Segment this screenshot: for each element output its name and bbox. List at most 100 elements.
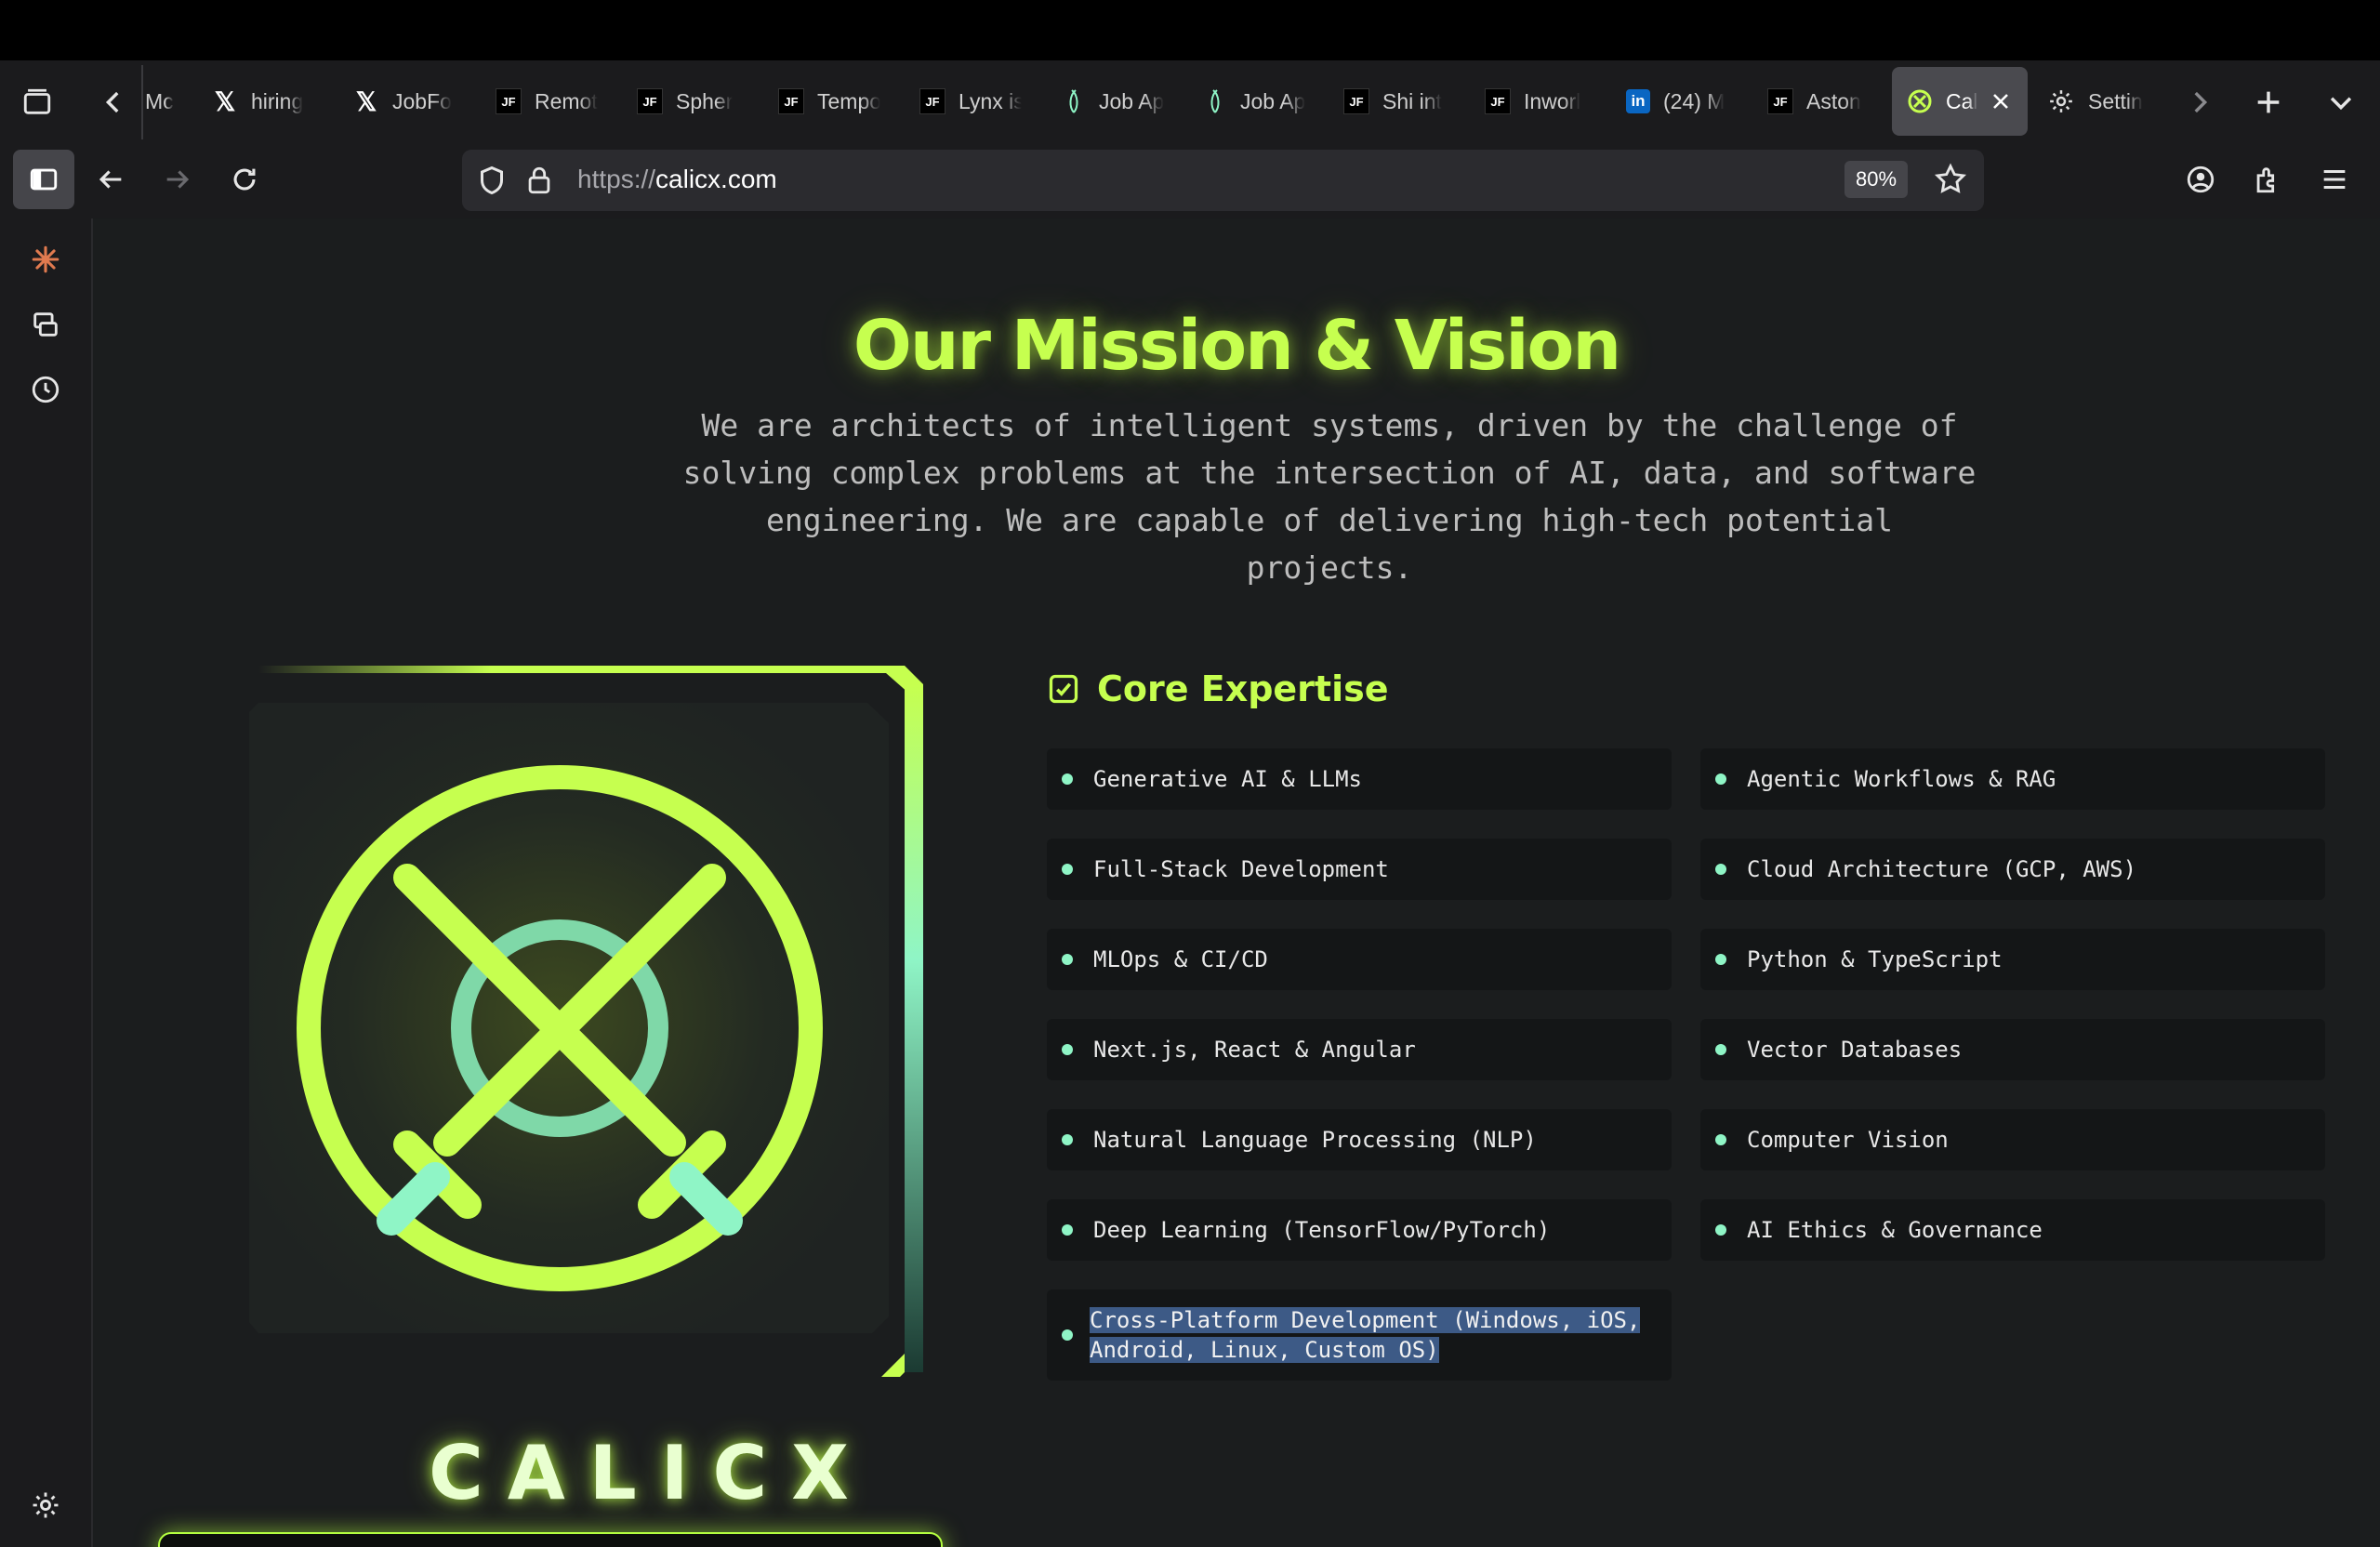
back-button[interactable] [91, 160, 130, 199]
url-host: calicx.com [655, 165, 777, 193]
tab-1[interactable]: Mc [145, 67, 178, 136]
jf-icon: JF [1343, 88, 1369, 114]
tab-title: Shi int [1382, 88, 1442, 113]
bookmark-star-icon[interactable] [1933, 162, 1968, 202]
expertise-label: Deep Learning (TensorFlow/PyTorch) [1093, 1217, 1551, 1243]
x-icon: 𝕏 [214, 86, 236, 116]
scroll-tabs-left-button[interactable] [95, 82, 132, 123]
chevron-left-icon [105, 91, 119, 113]
expertise-item: Python & TypeScript [1700, 929, 2325, 990]
puzzle-icon [2256, 167, 2275, 193]
account-button[interactable] [2181, 160, 2220, 199]
core-expertise-title: Core Expertise [1097, 668, 1389, 709]
bullet-icon [1715, 774, 1726, 785]
tab-11[interactable]: JF Inworl [1485, 67, 1587, 136]
reload-icon [233, 168, 256, 191]
bullet-icon [1715, 954, 1726, 965]
tab-5[interactable]: JF Spher [637, 67, 739, 136]
hamburger-icon [2323, 169, 2346, 190]
job-icon [1062, 88, 1086, 114]
tab-title: Job Ap [1099, 88, 1164, 113]
sidebar-icon [24, 160, 63, 199]
expertise-item: Generative AI & LLMs [1047, 748, 1672, 810]
mission-text: We are architects of intelligent systems… [682, 407, 1977, 586]
tab-active-calicx[interactable]: Cal [1892, 67, 2028, 136]
url-text[interactable]: https://calicx.com [577, 165, 777, 194]
tabs-icon [23, 88, 51, 114]
bullet-icon [1062, 774, 1073, 785]
chevron-right-icon [2194, 91, 2208, 113]
jf-icon: JF [1767, 88, 1793, 114]
bullet-icon [1715, 864, 1726, 875]
extensions-button[interactable] [2248, 160, 2287, 199]
tab-3[interactable]: 𝕏 JobFo [353, 67, 463, 136]
expertise-label: Computer Vision [1747, 1127, 1949, 1153]
checkbox-icon [1047, 672, 1080, 706]
arrow-left-icon [99, 170, 122, 189]
bullet-icon [1715, 1044, 1726, 1055]
zoom-level-badge[interactable]: 80% [1844, 161, 1909, 198]
tab-9[interactable]: Job Ap [1203, 67, 1305, 136]
expertise-item: Next.js, React & Angular [1047, 1019, 1672, 1080]
gear-icon [2047, 87, 2075, 115]
reload-button[interactable] [225, 160, 264, 199]
tab-title: Spher [676, 88, 734, 113]
list-all-tabs-button[interactable] [2320, 82, 2361, 123]
expertise-label: AI Ethics & Governance [1747, 1217, 2043, 1243]
chevron-down-icon [2330, 97, 2352, 111]
shield-icon[interactable] [475, 163, 509, 203]
expertise-item: Cloud Architecture (GCP, AWS) [1700, 839, 2325, 900]
expertise-label-line2: Android, Linux, Custom OS) [1090, 1337, 1439, 1363]
tab-title: Cal [1946, 88, 1977, 113]
expertise-label: Natural Language Processing (NLP) [1093, 1127, 1537, 1153]
logo-glow-bar [158, 1532, 943, 1547]
tab-title: Aston [1806, 88, 1861, 113]
url-bar[interactable]: https://calicx.com 80% [462, 150, 1984, 211]
expertise-item: Full-Stack Development [1047, 839, 1672, 900]
new-tab-button[interactable] [2248, 82, 2289, 123]
tab-overview-button[interactable] [17, 82, 58, 123]
sidebar-settings-icon[interactable] [26, 1486, 65, 1525]
expertise-label: Full-Stack Development [1093, 856, 1389, 882]
tab-7[interactable]: JF Lynx is [919, 67, 1022, 136]
tab-8[interactable]: Job Ap [1062, 67, 1164, 136]
bullet-icon [1062, 864, 1073, 875]
job-icon [1203, 88, 1227, 114]
expertise-label: Generative AI & LLMs [1093, 766, 1362, 792]
web-page: Our Mission & Vision We are architects o… [93, 219, 2380, 1547]
tab-10[interactable]: JF Shi int [1343, 67, 1446, 136]
expertise-label: MLOps & CI/CD [1093, 946, 1268, 972]
calicx-icon [1907, 88, 1933, 114]
lock-icon[interactable] [523, 163, 555, 203]
tab-15[interactable]: Settin [2047, 67, 2159, 136]
tab-6[interactable]: JF Tempo [778, 67, 880, 136]
selected-text[interactable]: Cross-Platform Development (Windows, iOS… [1090, 1305, 1641, 1365]
scroll-tabs-right-button[interactable] [2181, 82, 2218, 123]
system-top-bar [0, 0, 2380, 60]
synced-tabs-icon[interactable] [26, 305, 65, 344]
tab-title: JobFo [392, 88, 452, 113]
tab-4[interactable]: JF Remot [496, 67, 598, 136]
jf-icon: JF [778, 88, 804, 114]
tab-2[interactable]: 𝕏 hiring [212, 67, 333, 136]
expertise-item: AI Ethics & Governance [1700, 1199, 2325, 1261]
expertise-label: Next.js, React & Angular [1093, 1037, 1416, 1063]
tab-12[interactable]: in (24) M [1626, 67, 1728, 136]
bullet-icon [1715, 1134, 1726, 1145]
close-icon[interactable] [1990, 91, 2011, 112]
calicx-logo-emblem [231, 666, 928, 1400]
jf-icon: JF [1485, 88, 1511, 114]
calicx-logo-text: CALICX [429, 1430, 873, 1516]
tab-13[interactable]: JF Aston [1767, 67, 1870, 136]
claude-icon[interactable] [26, 240, 65, 279]
tab-title: (24) M [1663, 88, 1726, 113]
expertise-item: Deep Learning (TensorFlow/PyTorch) [1047, 1199, 1672, 1261]
history-icon[interactable] [26, 370, 65, 409]
app-menu-button[interactable] [2315, 160, 2354, 199]
bullet-icon [1715, 1224, 1726, 1236]
jf-icon: JF [637, 88, 663, 114]
expertise-item: MLOps & CI/CD [1047, 929, 1672, 990]
expertise-label: Agentic Workflows & RAG [1747, 766, 2056, 792]
forward-button[interactable] [158, 160, 197, 199]
expertise-label-line1: Cross-Platform Development (Windows, iOS… [1090, 1307, 1641, 1333]
